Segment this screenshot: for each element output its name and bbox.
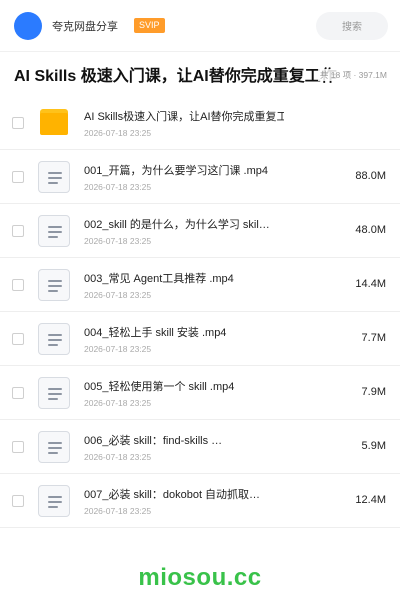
file-name: 005_轻松使用第一个 skill .mp4 [84,380,235,393]
file-icon [38,484,70,517]
avatar[interactable] [14,11,42,40]
list-item[interactable]: 007_必装 skill：dokobot 自动抓取… 2026-07-18 23… [0,474,400,528]
row-checkbox[interactable] [12,278,24,291]
file-name: 007_必装 skill：dokobot 自动抓取… [84,488,261,501]
file-date: 2026-07-18 23:25 [84,397,152,408]
row-checkbox[interactable] [12,116,24,129]
file-size: 88.0M [355,170,386,182]
svip-badge: SVIP [134,18,165,33]
list-item[interactable]: 005_轻松使用第一个 skill .mp4 2026-07-18 23:25 … [0,366,400,420]
file-date: 2026-07-18 23:25 [84,127,152,138]
search-placeholder: 搜索 [342,22,362,33]
file-size: 12.4M [355,494,386,506]
file-name: AI Skills极速入门课，让AI替你完成重复工作 [84,110,284,123]
search-input[interactable]: 搜索 [316,11,388,40]
folder-icon [38,107,70,139]
watermark: miosou.cc [138,564,262,591]
file-name: 002_skill 的是什么，为什么学习 skil… [84,218,270,231]
file-size: 48.0M [355,224,386,236]
file-icon [38,430,70,463]
file-date: 2026-07-18 23:25 [84,343,152,354]
list-item[interactable]: 001_开篇，为什么要学习这门课 .mp4 2026-07-18 23:25 8… [0,150,400,204]
file-icon [38,160,70,193]
page-title: AI Skills 极速入门课，让AI替你完成重复工作 [14,68,337,85]
file-size: 14.4M [355,278,386,290]
row-checkbox[interactable] [12,386,24,399]
row-checkbox[interactable] [12,170,24,183]
file-icon [38,322,70,355]
file-size: 5.9M [361,440,386,452]
row-checkbox[interactable] [12,494,24,507]
file-date: 2026-07-18 23:25 [84,181,152,192]
file-icon [38,268,70,301]
file-date: 2026-07-18 23:25 [84,505,152,516]
app-name: 夸克网盘分享 [52,20,118,33]
item-summary: 共 18 项 · 397.1M [317,69,387,81]
file-icon [38,214,70,247]
file-size: 7.9M [361,386,386,398]
file-name: 001_开篇，为什么要学习这门课 .mp4 [84,164,268,177]
top-bar: 夸克网盘分享 SVIP 搜索 [0,0,400,52]
list-item[interactable]: 004_轻松上手 skill 安装 .mp4 2026-07-18 23:25 … [0,312,400,366]
file-icon [38,376,70,409]
row-checkbox[interactable] [12,224,24,237]
file-size: 7.7M [361,332,386,344]
file-list: AI Skills极速入门课，让AI替你完成重复工作 2026-07-18 23… [0,96,400,528]
file-name: 006_必装 skill：find-skills … [84,434,223,447]
file-date: 2026-07-18 23:25 [84,451,152,462]
file-name: 003_常见 Agent工具推荐 .mp4 [84,272,234,285]
share-header: AI Skills 极速入门课，让AI替你完成重复工作 共 18 项 · 397… [0,52,400,96]
file-name: 004_轻松上手 skill 安装 .mp4 [84,326,227,339]
row-checkbox[interactable] [12,332,24,345]
file-date: 2026-07-18 23:25 [84,289,152,300]
list-item[interactable]: 003_常见 Agent工具推荐 .mp4 2026-07-18 23:25 1… [0,258,400,312]
row-checkbox[interactable] [12,440,24,453]
list-item[interactable]: 006_必装 skill：find-skills … 2026-07-18 23… [0,420,400,474]
file-date: 2026-07-18 23:25 [84,235,152,246]
list-item[interactable]: AI Skills极速入门课，让AI替你完成重复工作 2026-07-18 23… [0,96,400,150]
list-item[interactable]: 002_skill 的是什么，为什么学习 skil… 2026-07-18 23… [0,204,400,258]
